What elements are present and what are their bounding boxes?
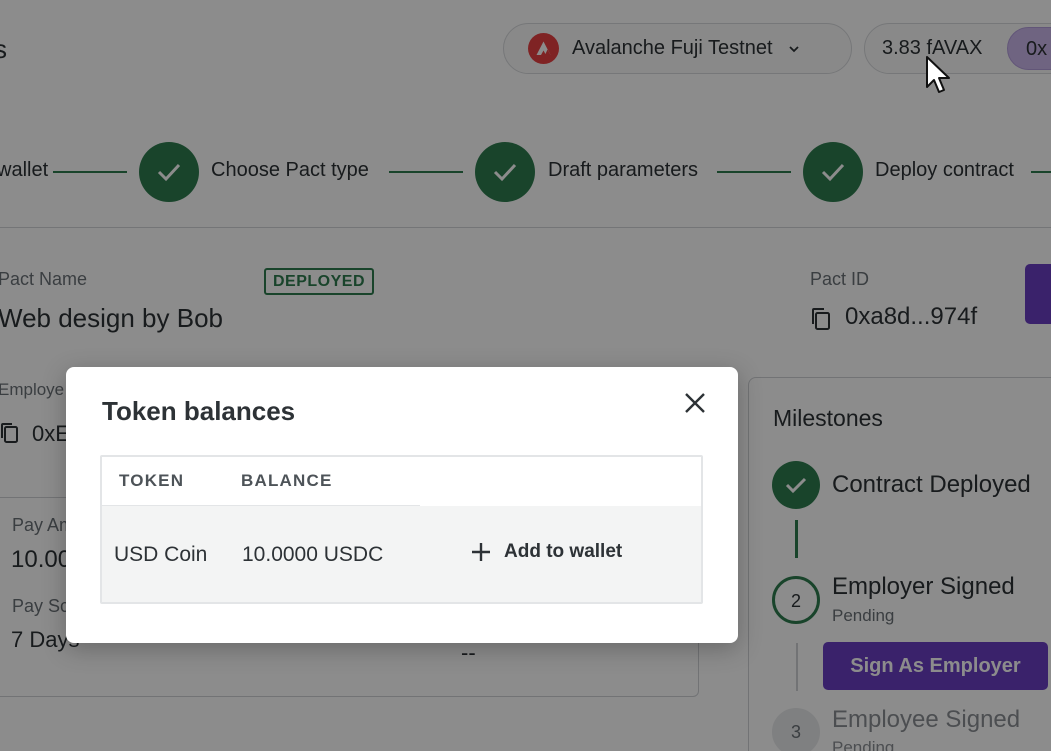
column-header-balance: BALANCE [241, 471, 333, 490]
add-to-wallet-label: Add to wallet [504, 541, 623, 562]
column-header-token: TOKEN [119, 471, 185, 490]
plus-icon [472, 543, 490, 561]
token-balance: 10.0000 USDC [242, 543, 384, 566]
add-to-wallet-button[interactable]: Add to wallet [470, 532, 622, 572]
app-page: s Avalanche Fuji Testnet 3.83 fAVAX 0x w… [0, 0, 1051, 751]
token-balances-modal: Token balances TOKEN BALANCE USD Coin 10… [66, 367, 738, 643]
close-icon[interactable] [683, 391, 707, 415]
token-balances-table: TOKEN BALANCE USD Coin 10.0000 USDC Add … [100, 455, 703, 604]
modal-title: Token balances [102, 396, 296, 426]
token-name: USD Coin [114, 543, 208, 566]
mouse-cursor-icon [926, 56, 950, 93]
row-divider [420, 602, 703, 604]
